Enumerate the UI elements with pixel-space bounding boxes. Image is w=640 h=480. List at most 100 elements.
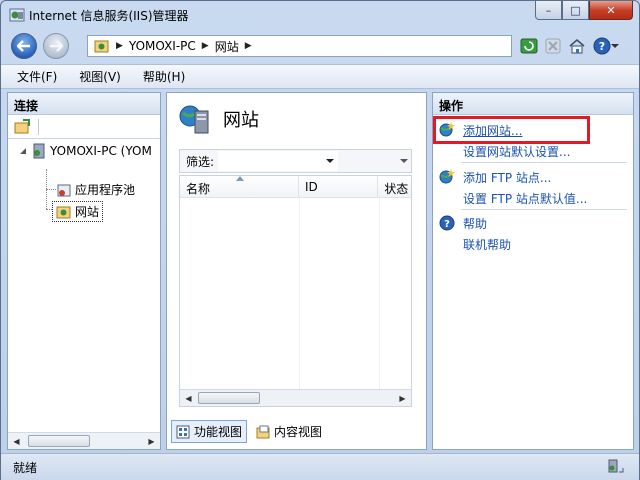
app-pool-icon xyxy=(57,184,71,196)
home-button[interactable] xyxy=(567,36,587,56)
menu-bar: 文件(F) 视图(V) 帮助(H) xyxy=(1,64,639,89)
sites-title: 网站 xyxy=(179,103,259,135)
set-ftp-defaults-link[interactable]: 设置 FTP 站点默认值... xyxy=(463,190,587,207)
server-folder-icon xyxy=(94,40,109,53)
sites-pane: 网站 筛选: 名称 ID 状态 ◀ ▶ 功能视图 内容视图 xyxy=(166,92,427,450)
status-text: 就绪 xyxy=(13,460,38,475)
collapse-triangle-icon[interactable] xyxy=(18,146,28,156)
grid-header: 名称 ID 状态 xyxy=(180,176,411,198)
nav-tools: ? xyxy=(519,36,621,56)
sites-folder-icon xyxy=(56,206,71,218)
help-icon: ? xyxy=(593,37,611,55)
sites-grid: 名称 ID 状态 ◀ ▶ xyxy=(179,175,412,407)
actions-pane: 操作 添加网站... 设置网站默认设置... 添加 FTP 站点... 设置 F… xyxy=(432,92,634,450)
navigation-bar: ▶ YOMOXI-PC ▶ 网站 ▶ ? xyxy=(1,29,639,63)
highlight-annotation xyxy=(433,116,590,144)
connections-header: 连接 xyxy=(8,93,160,115)
toolbar-divider xyxy=(38,118,39,135)
column-status-label: 状态 xyxy=(384,182,409,196)
sites-large-icon xyxy=(179,105,209,134)
column-status[interactable]: 状态 xyxy=(378,176,411,197)
window-title: Internet 信息服务(IIS)管理器 xyxy=(29,9,189,23)
forward-button[interactable] xyxy=(43,33,69,59)
connect-icon[interactable] xyxy=(14,118,32,135)
online-help-link[interactable]: 联机帮助 xyxy=(463,236,511,253)
scroll-down-icon[interactable] xyxy=(399,156,409,166)
scroll-right-icon[interactable]: ▶ xyxy=(143,433,160,449)
tree-node-sites[interactable]: 网站 xyxy=(52,201,104,222)
refresh-button[interactable] xyxy=(519,36,539,56)
address-separator-icon[interactable]: ▶ xyxy=(116,41,123,51)
menu-file[interactable]: 文件(F) xyxy=(17,68,57,85)
title-bar[interactable]: Internet 信息服务(IIS)管理器 – □ ✕ xyxy=(1,1,639,29)
connections-pane: 连接 YOMOXI-PC (YOM 应用程序池 网站 ◀ ▶ xyxy=(7,92,161,450)
grid-hscrollbar[interactable]: ◀ ▶ xyxy=(180,389,411,406)
globe-ftp-icon xyxy=(439,169,455,184)
menu-help[interactable]: 帮助(H) xyxy=(143,68,185,85)
network-status-icon xyxy=(608,459,624,473)
chevron-down-icon xyxy=(611,44,619,48)
connections-tree: YOMOXI-PC (YOM 应用程序池 网站 xyxy=(8,139,160,429)
maximize-button[interactable]: □ xyxy=(562,1,589,20)
help-link[interactable]: 帮助 xyxy=(463,215,487,232)
tab-features-view-label: 功能视图 xyxy=(194,425,243,439)
address-segment-sites[interactable]: 网站 xyxy=(215,38,239,55)
refresh-icon xyxy=(520,38,538,54)
tree-label-server: YOMOXI-PC (YOM xyxy=(50,144,152,158)
features-view-icon xyxy=(176,425,190,438)
stop-button[interactable] xyxy=(543,36,563,56)
filter-label: 筛选: xyxy=(186,154,215,169)
tree-node-app-pools[interactable]: 应用程序池 xyxy=(56,181,135,198)
tab-content-view[interactable]: 内容视图 xyxy=(251,420,327,443)
tab-content-view-label: 内容视图 xyxy=(274,425,323,439)
iis-app-icon xyxy=(9,8,25,22)
grid-column-body xyxy=(180,198,300,389)
scroll-thumb[interactable] xyxy=(198,392,260,404)
tab-features-view[interactable]: 功能视图 xyxy=(171,420,248,443)
sort-ascending-icon xyxy=(236,176,244,181)
chevron-down-icon[interactable] xyxy=(326,158,335,164)
actions-divider xyxy=(461,209,627,210)
svg-text:?: ? xyxy=(444,219,450,230)
server-icon xyxy=(33,143,45,159)
iis-manager-window: Internet 信息服务(IIS)管理器 – □ ✕ ▶ YOMOXI-PC … xyxy=(0,0,640,480)
column-name-label: 名称 xyxy=(186,182,211,196)
home-icon xyxy=(569,39,585,54)
column-id[interactable]: ID xyxy=(299,176,379,197)
status-bar: 就绪 xyxy=(1,453,639,480)
scroll-right-icon[interactable]: ▶ xyxy=(394,390,411,406)
grid-column-body xyxy=(300,198,380,389)
svg-text:?: ? xyxy=(599,40,605,53)
address-segment-server[interactable]: YOMOXI-PC xyxy=(129,39,196,53)
forward-arrow-icon xyxy=(50,40,63,52)
address-separator-icon[interactable]: ▶ xyxy=(202,41,209,51)
set-website-defaults-link[interactable]: 设置网站默认设置... xyxy=(463,143,570,160)
close-button[interactable]: ✕ xyxy=(589,1,633,20)
actions-divider xyxy=(461,162,627,163)
back-button[interactable] xyxy=(11,33,37,59)
content-view-icon xyxy=(256,425,270,438)
back-arrow-icon xyxy=(17,40,30,52)
column-name[interactable]: 名称 xyxy=(180,176,299,197)
window-controls: – □ ✕ xyxy=(535,1,633,21)
actions-header: 操作 xyxy=(433,93,633,115)
address-separator-icon[interactable]: ▶ xyxy=(245,41,252,51)
page-title: 网站 xyxy=(223,110,259,131)
address-bar[interactable]: ▶ YOMOXI-PC ▶ 网站 ▶ xyxy=(87,35,512,57)
filter-bar: 筛选: xyxy=(179,149,412,173)
connections-toolbar xyxy=(8,115,160,139)
tree-line xyxy=(46,189,56,190)
column-id-label: ID xyxy=(304,180,318,194)
scroll-left-icon[interactable]: ◀ xyxy=(8,433,25,449)
tree-node-server[interactable]: YOMOXI-PC (YOM xyxy=(18,143,152,159)
minimize-button[interactable]: – xyxy=(535,1,562,20)
menu-view[interactable]: 视图(V) xyxy=(79,68,121,85)
view-tabs: 功能视图 内容视图 xyxy=(171,420,327,443)
tree-label-app-pools: 应用程序池 xyxy=(75,183,136,197)
add-ftp-site-link[interactable]: 添加 FTP 站点... xyxy=(463,169,551,186)
scroll-thumb[interactable] xyxy=(28,435,90,447)
filter-input[interactable] xyxy=(218,151,339,171)
help-menu-button[interactable]: ? xyxy=(591,36,621,56)
connections-hscrollbar[interactable]: ◀ ▶ xyxy=(8,432,160,449)
scroll-left-icon[interactable]: ◀ xyxy=(180,390,197,406)
